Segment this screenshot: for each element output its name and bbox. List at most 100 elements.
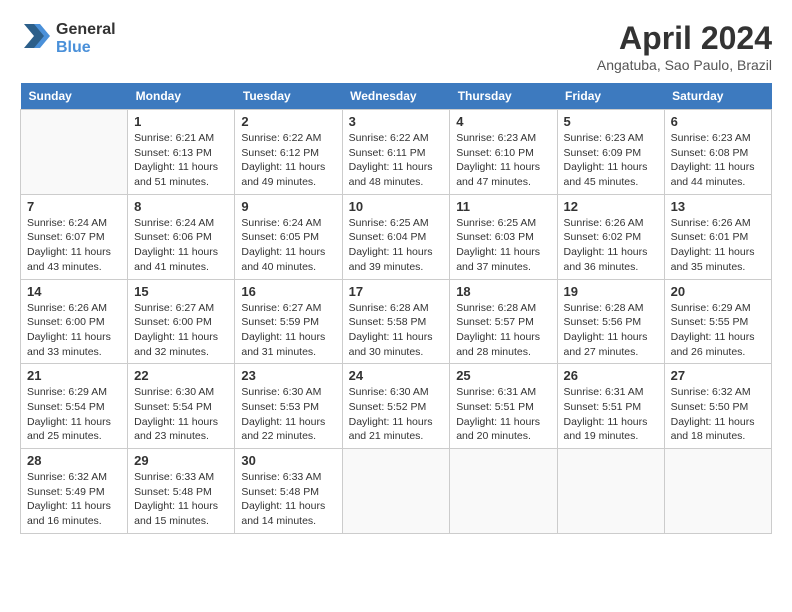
day-cell [342,449,450,534]
day-cell [664,449,771,534]
day-number: 27 [671,368,765,383]
day-number: 25 [456,368,550,383]
day-number: 12 [564,199,658,214]
day-cell: 10 Sunrise: 6:25 AMSunset: 6:04 PMDayligh… [342,194,450,279]
day-cell [450,449,557,534]
day-cell: 25 Sunrise: 6:31 AMSunset: 5:51 PMDayligh… [450,364,557,449]
day-info: Sunrise: 6:26 AMSunset: 6:00 PMDaylight:… [27,301,121,360]
day-cell: 23Sunrise: 6:30 AMSunset: 5:53 PMDayligh… [235,364,342,449]
day-cell: 12 Sunrise: 6:26 AMSunset: 6:02 PMDayligh… [557,194,664,279]
day-number: 15 [134,284,228,299]
col-sunday: Sunday [21,83,128,110]
week-row-4: 21 Sunrise: 6:29 AMSunset: 5:54 PMDayligh… [21,364,772,449]
day-cell: 6 Sunrise: 6:23 AMSunset: 6:08 PMDaylight… [664,110,771,195]
logo-line2: Blue [56,39,116,57]
day-info: Sunrise: 6:27 AMSunset: 6:00 PMDaylight:… [134,301,228,360]
day-info: Sunrise: 6:25 AMSunset: 6:03 PMDaylight:… [456,216,550,275]
col-monday: Monday [128,83,235,110]
day-info: Sunrise: 6:24 AMSunset: 6:07 PMDaylight:… [27,216,121,275]
day-info: Sunrise: 6:24 AMSunset: 6:06 PMDaylight:… [134,216,228,275]
location: Angatuba, Sao Paulo, Brazil [597,57,772,73]
day-info: Sunrise: 6:28 AMSunset: 5:57 PMDaylight:… [456,301,550,360]
day-info: Sunrise: 6:31 AMSunset: 5:51 PMDaylight:… [456,385,550,444]
day-info: Sunrise: 6:21 AMSunset: 6:13 PMDaylight:… [134,131,228,190]
page-header: General Blue April 2024 Angatuba, Sao Pa… [20,20,772,73]
day-cell: 21 Sunrise: 6:29 AMSunset: 5:54 PMDayligh… [21,364,128,449]
day-cell [21,110,128,195]
day-number: 29 [134,453,228,468]
day-cell: 16Sunrise: 6:27 AMSunset: 5:59 PMDayligh… [235,279,342,364]
day-cell: 3Sunrise: 6:22 AMSunset: 6:11 PMDaylight… [342,110,450,195]
day-info: Sunrise: 6:23 AMSunset: 6:08 PMDaylight:… [671,131,765,190]
day-info: Sunrise: 6:26 AMSunset: 6:01 PMDaylight:… [671,216,765,275]
day-number: 30 [241,453,335,468]
day-cell: 26 Sunrise: 6:31 AMSunset: 5:51 PMDayligh… [557,364,664,449]
day-number: 19 [564,284,658,299]
day-number: 7 [27,199,121,214]
day-cell: 28Sunrise: 6:32 AMSunset: 5:49 PMDayligh… [21,449,128,534]
logo: General Blue [20,20,116,57]
day-number: 1 [134,114,228,129]
day-number: 9 [241,199,335,214]
day-cell [557,449,664,534]
day-number: 5 [564,114,658,129]
day-number: 22 [134,368,228,383]
week-row-1: 1 Sunrise: 6:21 AMSunset: 6:13 PMDaylight… [21,110,772,195]
day-info: Sunrise: 6:24 AMSunset: 6:05 PMDaylight:… [241,216,335,275]
day-cell: 5Sunrise: 6:23 AMSunset: 6:09 PMDaylight… [557,110,664,195]
day-number: 21 [27,368,121,383]
day-cell: 11 Sunrise: 6:25 AMSunset: 6:03 PMDayligh… [450,194,557,279]
day-cell: 8 Sunrise: 6:24 AMSunset: 6:06 PMDaylight… [128,194,235,279]
day-number: 26 [564,368,658,383]
week-row-5: 28Sunrise: 6:32 AMSunset: 5:49 PMDayligh… [21,449,772,534]
day-info: Sunrise: 6:26 AMSunset: 6:02 PMDaylight:… [564,216,658,275]
day-number: 17 [349,284,444,299]
day-info: Sunrise: 6:29 AMSunset: 5:55 PMDaylight:… [671,301,765,360]
day-number: 6 [671,114,765,129]
month-title: April 2024 [597,20,772,57]
day-number: 2 [241,114,335,129]
day-info: Sunrise: 6:25 AMSunset: 6:04 PMDaylight:… [349,216,444,275]
day-number: 13 [671,199,765,214]
day-cell: 19 Sunrise: 6:28 AMSunset: 5:56 PMDayligh… [557,279,664,364]
day-cell: 27 Sunrise: 6:32 AMSunset: 5:50 PMDayligh… [664,364,771,449]
day-cell: 20Sunrise: 6:29 AMSunset: 5:55 PMDayligh… [664,279,771,364]
day-info: Sunrise: 6:29 AMSunset: 5:54 PMDaylight:… [27,385,121,444]
logo-line1: General [56,21,116,39]
col-saturday: Saturday [664,83,771,110]
day-cell: 14Sunrise: 6:26 AMSunset: 6:00 PMDayligh… [21,279,128,364]
col-tuesday: Tuesday [235,83,342,110]
day-cell: 17Sunrise: 6:28 AMSunset: 5:58 PMDayligh… [342,279,450,364]
day-cell: 13 Sunrise: 6:26 AMSunset: 6:01 PMDayligh… [664,194,771,279]
day-cell: 18 Sunrise: 6:28 AMSunset: 5:57 PMDayligh… [450,279,557,364]
day-cell: 4Sunrise: 6:23 AMSunset: 6:10 PMDaylight… [450,110,557,195]
logo-icon [20,20,52,52]
day-cell: 9 Sunrise: 6:24 AMSunset: 6:05 PMDaylight… [235,194,342,279]
day-info: Sunrise: 6:31 AMSunset: 5:51 PMDaylight:… [564,385,658,444]
day-number: 11 [456,199,550,214]
calendar-table: Sunday Monday Tuesday Wednesday Thursday… [20,83,772,534]
day-info: Sunrise: 6:30 AMSunset: 5:53 PMDaylight:… [241,385,335,444]
day-number: 8 [134,199,228,214]
col-friday: Friday [557,83,664,110]
day-cell: 15 Sunrise: 6:27 AMSunset: 6:00 PMDayligh… [128,279,235,364]
day-number: 10 [349,199,444,214]
day-info: Sunrise: 6:32 AMSunset: 5:50 PMDaylight:… [671,385,765,444]
title-block: April 2024 Angatuba, Sao Paulo, Brazil [597,20,772,73]
day-number: 24 [349,368,444,383]
header-row: Sunday Monday Tuesday Wednesday Thursday… [21,83,772,110]
day-number: 3 [349,114,444,129]
day-cell: 30Sunrise: 6:33 AMSunset: 5:48 PMDayligh… [235,449,342,534]
day-info: Sunrise: 6:32 AMSunset: 5:49 PMDaylight:… [27,470,121,529]
day-cell: 7 Sunrise: 6:24 AMSunset: 6:07 PMDaylight… [21,194,128,279]
col-thursday: Thursday [450,83,557,110]
week-row-2: 7 Sunrise: 6:24 AMSunset: 6:07 PMDaylight… [21,194,772,279]
day-cell: 2Sunrise: 6:22 AMSunset: 6:12 PMDaylight… [235,110,342,195]
day-number: 4 [456,114,550,129]
week-row-3: 14Sunrise: 6:26 AMSunset: 6:00 PMDayligh… [21,279,772,364]
day-info: Sunrise: 6:33 AMSunset: 5:48 PMDaylight:… [134,470,228,529]
day-cell: 24Sunrise: 6:30 AMSunset: 5:52 PMDayligh… [342,364,450,449]
day-number: 18 [456,284,550,299]
day-cell: 1 Sunrise: 6:21 AMSunset: 6:13 PMDaylight… [128,110,235,195]
day-info: Sunrise: 6:28 AMSunset: 5:56 PMDaylight:… [564,301,658,360]
